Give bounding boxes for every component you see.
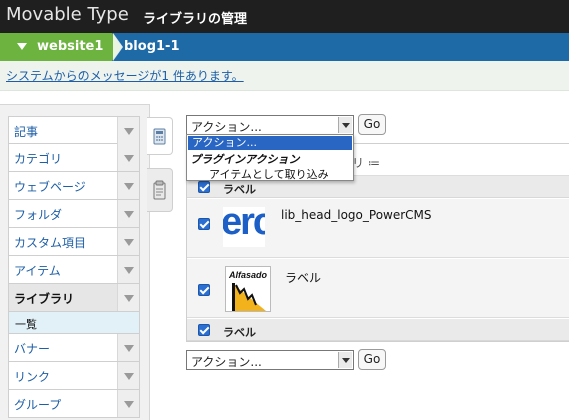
asset-label[interactable]: lib_head_logo_PowerCMS bbox=[281, 208, 432, 222]
sidebar-item-label[interactable]: グループ bbox=[14, 396, 61, 413]
chevron-down-icon[interactable] bbox=[338, 117, 352, 133]
sidebar-item-entries[interactable]: 記事 bbox=[8, 116, 140, 144]
chevron-down-icon[interactable] bbox=[117, 144, 139, 171]
action-select[interactable]: アクション... bbox=[186, 350, 354, 370]
sidebar-item-label[interactable]: カテゴリ bbox=[14, 150, 62, 167]
sidebar-item-groups[interactable]: グループ bbox=[8, 390, 140, 418]
table-row[interactable]: erc lib_head_logo_PowerCMS bbox=[187, 199, 569, 258]
clipboard-icon bbox=[153, 180, 166, 200]
table-footer: ラベル bbox=[187, 319, 569, 341]
svg-text:Alfasado: Alfasado bbox=[228, 270, 268, 280]
sidebar-item-links[interactable]: リンク bbox=[8, 362, 140, 390]
sidebar-item-label[interactable]: ウェブページ bbox=[14, 178, 86, 195]
row-checkbox[interactable] bbox=[198, 284, 210, 296]
chevron-down-icon[interactable] bbox=[117, 117, 139, 144]
column-header-label[interactable]: ラベル bbox=[223, 181, 256, 197]
sidebar-item-library[interactable]: ライブラリ bbox=[8, 284, 140, 312]
row-checkbox[interactable] bbox=[198, 218, 210, 230]
action-select[interactable]: アクション... bbox=[186, 115, 354, 135]
quick-tab-clipboard[interactable] bbox=[147, 168, 173, 212]
sidebar-item-label[interactable]: アイテム bbox=[14, 262, 61, 279]
action-select-value: アクション... bbox=[191, 120, 262, 134]
asset-label[interactable]: ラベル bbox=[285, 269, 321, 286]
scope-website[interactable]: website1 bbox=[0, 33, 122, 61]
sidebar-subitem-list[interactable]: 一覧 bbox=[8, 312, 140, 334]
sidebar-subitem-label[interactable]: 一覧 bbox=[15, 316, 37, 332]
scope-blog-label[interactable]: blog1-1 bbox=[124, 39, 180, 54]
alfasado-logo-image: Alfasado bbox=[226, 267, 270, 311]
dropdown-option-action[interactable]: アクション... bbox=[188, 136, 352, 150]
chevron-down-icon[interactable] bbox=[117, 172, 139, 199]
sidebar-menu: 記事 カテゴリ ウェブページ フォルダ カスタム項目 アイテム ライブラリ 一覧… bbox=[8, 116, 140, 418]
column-footer-label[interactable]: ラベル bbox=[223, 324, 256, 340]
page-title: ライブラリの管理 bbox=[143, 12, 248, 27]
sidebar-item-label[interactable]: 記事 bbox=[14, 123, 38, 140]
app-brand[interactable]: Movable Type bbox=[6, 4, 129, 25]
dropdown-group-plugin-actions: プラグインアクション bbox=[190, 153, 300, 166]
sidebar-item-banners[interactable]: バナー bbox=[8, 334, 140, 362]
breadcrumb-separator bbox=[113, 33, 123, 61]
asset-thumbnail[interactable]: Alfasado bbox=[225, 266, 271, 312]
system-message-bar: システムからのメッセージが1 件あります。 bbox=[0, 61, 569, 91]
quick-tab-calculator[interactable] bbox=[147, 117, 173, 155]
chevron-down-icon[interactable] bbox=[117, 362, 139, 389]
chevron-down-icon[interactable] bbox=[117, 256, 139, 283]
header-bar: Movable Type ライブラリの管理 bbox=[0, 0, 569, 33]
sidebar-item-label[interactable]: バナー bbox=[14, 340, 50, 357]
chevron-down-icon[interactable] bbox=[17, 43, 27, 50]
asset-thumbnail[interactable]: erc bbox=[223, 207, 265, 247]
dropdown-option-import-as-item[interactable]: アイテムとして取り込み bbox=[209, 166, 329, 182]
sidebar-item-pages[interactable]: ウェブページ bbox=[8, 172, 140, 200]
action-dropdown-menu: アクション... プラグインアクション アイテムとして取り込み bbox=[186, 134, 354, 181]
chevron-down-icon[interactable] bbox=[117, 334, 139, 361]
chevron-down-icon[interactable] bbox=[117, 284, 139, 311]
go-button[interactable]: Go bbox=[358, 114, 386, 135]
chevron-down-icon[interactable] bbox=[338, 352, 352, 368]
sidebar-item-label[interactable]: リンク bbox=[14, 368, 50, 385]
chevron-down-icon[interactable] bbox=[117, 390, 139, 417]
scope-bar: website1 blog1-1 bbox=[0, 33, 569, 61]
sidebar-item-assets[interactable]: アイテム bbox=[8, 256, 140, 284]
select-all-checkbox[interactable] bbox=[198, 181, 210, 193]
sidebar-item-folders[interactable]: フォルダ bbox=[8, 200, 140, 228]
action-select-value: アクション... bbox=[191, 355, 262, 369]
display-options-icon[interactable]: リ ≔ bbox=[352, 154, 380, 171]
sidebar-item-categories[interactable]: カテゴリ bbox=[8, 144, 140, 172]
table-row[interactable]: Alfasado ラベル bbox=[187, 259, 569, 318]
go-button[interactable]: Go bbox=[358, 349, 386, 370]
chevron-down-icon[interactable] bbox=[117, 228, 139, 255]
select-all-checkbox[interactable] bbox=[198, 324, 210, 336]
chevron-down-icon[interactable] bbox=[117, 200, 139, 227]
sidebar-item-label[interactable]: フォルダ bbox=[14, 206, 62, 223]
scope-website-label[interactable]: website1 bbox=[37, 39, 103, 54]
sidebar-item-label[interactable]: カスタム項目 bbox=[14, 234, 86, 251]
calculator-icon bbox=[153, 128, 166, 145]
sidebar-item-label[interactable]: ライブラリ bbox=[14, 290, 74, 307]
system-message-link[interactable]: システムからのメッセージが1 件あります。 bbox=[6, 67, 244, 84]
sidebar-item-custom-fields[interactable]: カスタム項目 bbox=[8, 228, 140, 256]
